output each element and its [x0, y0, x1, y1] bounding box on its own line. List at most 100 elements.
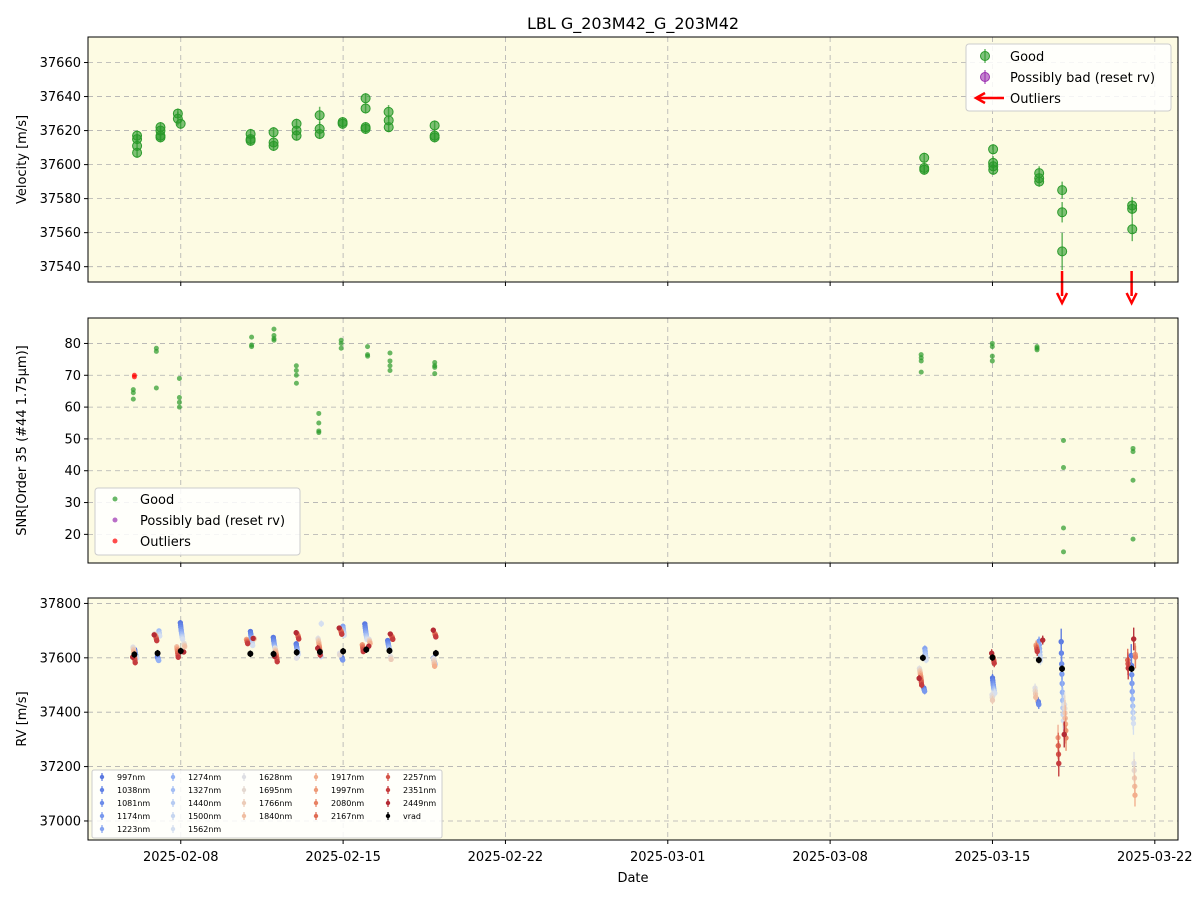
good-point	[1034, 176, 1045, 187]
good-point	[429, 132, 440, 143]
rv-point	[433, 634, 439, 640]
rv-point	[182, 644, 188, 650]
vrad-point	[386, 647, 393, 654]
legend-label: 1081nm	[117, 799, 150, 808]
legend-label: 1562nm	[188, 825, 221, 834]
legend-marker	[313, 800, 319, 806]
chart-title: LBL G_203M42_G_203M42	[527, 14, 739, 34]
legend-label: Good	[1010, 50, 1044, 65]
legend-marker	[170, 800, 176, 806]
good-point	[249, 334, 255, 340]
legend-marker	[170, 787, 176, 793]
good-point	[988, 164, 999, 175]
legend-label: vrad	[403, 812, 421, 821]
legend-marker	[313, 813, 319, 819]
good-point	[383, 106, 394, 117]
legend-good-marker	[980, 51, 990, 61]
vrad-point	[340, 648, 347, 655]
rv-point	[430, 627, 436, 633]
good-point	[360, 103, 371, 114]
legend-label: 1038nm	[117, 786, 150, 795]
vrad-point	[247, 650, 254, 657]
legend-label: 1174nm	[117, 812, 150, 821]
good-point	[365, 353, 371, 359]
y-tick-label: 70	[64, 369, 81, 384]
panels: 37540 37560 37580 37600 37620 37640 37660 Veloc…	[15, 36, 1193, 865]
good-point	[130, 390, 136, 396]
velocity-panel: 37540 37560 37580 37600 37620 37640 37660 Veloc…	[15, 36, 1179, 306]
legend-label: 1917nm	[331, 773, 364, 782]
rv-point	[388, 656, 394, 663]
legend-marker	[385, 774, 391, 780]
outlier-point	[131, 374, 137, 380]
good-point	[387, 368, 393, 373]
y-tick-label: 20	[64, 528, 81, 543]
good-point	[337, 118, 348, 129]
legend-marker	[241, 800, 247, 806]
vrad-point	[154, 650, 161, 657]
legend-marker	[385, 813, 391, 819]
rv-point	[250, 642, 256, 649]
legend-label: 2351nm	[403, 786, 436, 795]
rv-panel: 2025-02-08 2025-02-15 2025-02-22 2025-03-01…	[15, 597, 1193, 865]
good-point	[176, 404, 182, 410]
good-point	[271, 326, 277, 332]
rv-point	[151, 632, 157, 638]
rv-point	[1061, 731, 1067, 737]
rv-point	[1132, 792, 1138, 798]
good-point	[432, 371, 438, 377]
good-point	[293, 380, 299, 386]
y-tick-label: 37000	[40, 814, 81, 829]
good-point	[155, 130, 166, 141]
legend-marker	[385, 800, 391, 806]
rv-point	[175, 654, 181, 660]
x-tick-label: 2025-02-08	[143, 850, 219, 865]
legend-label: Outliers	[140, 535, 191, 550]
x-tick-label: 2025-03-08	[792, 850, 868, 865]
legend-label: Outliers	[1010, 92, 1061, 107]
good-point	[383, 122, 394, 133]
legend-label: 1223nm	[117, 825, 150, 834]
good-point	[316, 420, 322, 426]
legend-marker	[313, 774, 319, 780]
rv-point	[1132, 654, 1139, 660]
legend-possibly-bad-marker	[980, 72, 990, 82]
legend-marker	[241, 774, 247, 780]
y-tick-label: 37600	[40, 158, 81, 173]
good-point	[429, 120, 440, 131]
rv-point	[296, 636, 302, 642]
rv-point	[1033, 694, 1039, 700]
vrad-point	[919, 654, 926, 661]
legend: Good Possibly bad (reset rv) Outliers	[965, 43, 1172, 112]
legend-label: 1274nm	[188, 773, 221, 782]
rv-point	[432, 663, 438, 669]
rv-point	[293, 630, 299, 636]
rv-point	[336, 625, 342, 631]
good-point	[268, 140, 279, 151]
good-point	[989, 358, 995, 364]
rv-point	[340, 657, 346, 663]
legend-marker	[112, 517, 118, 523]
good-point	[360, 93, 371, 104]
good-point	[1130, 477, 1136, 483]
good-point	[918, 358, 924, 364]
good-point	[245, 134, 256, 145]
good-point	[268, 127, 279, 138]
good-point	[387, 363, 393, 369]
legend-label: 1840nm	[259, 812, 292, 821]
rv-point	[156, 657, 162, 664]
rv-point	[989, 697, 996, 703]
legend-marker	[112, 538, 118, 544]
y-tick-label: 37540	[40, 260, 81, 275]
vrad-point	[432, 650, 439, 657]
legend-label: Possibly bad (reset rv)	[140, 514, 285, 529]
good-point	[176, 375, 182, 381]
vrad-point	[363, 646, 370, 653]
good-point	[989, 344, 995, 350]
good-point	[293, 363, 299, 369]
good-point	[365, 344, 371, 350]
legend-marker	[385, 787, 391, 793]
rv-point	[1034, 648, 1040, 654]
y-tick-label: 80	[64, 337, 81, 352]
good-point	[387, 350, 393, 356]
